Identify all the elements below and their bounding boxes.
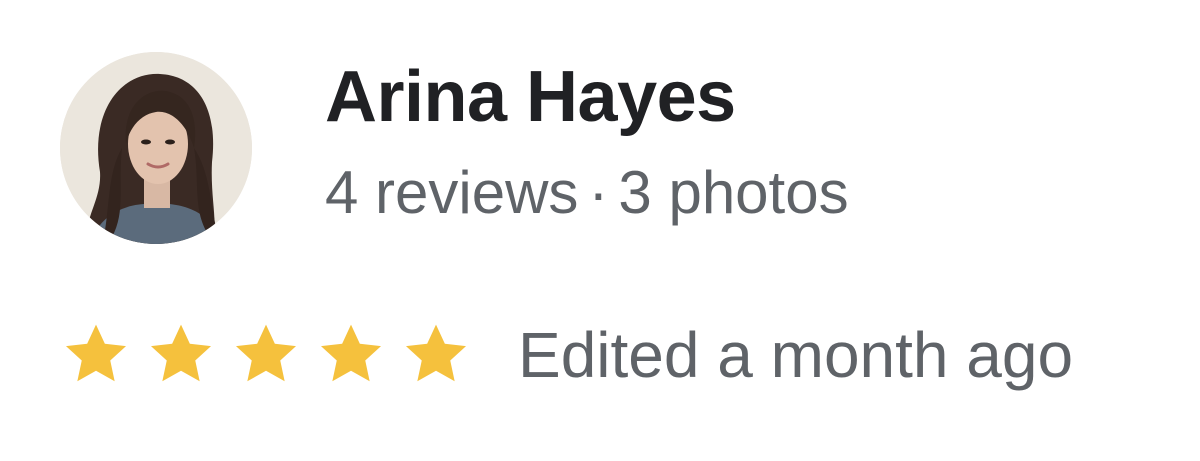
avatar-photo [60, 52, 252, 244]
review-header: Arina Hayes 4 reviews · 3 photos Edited a … [0, 0, 1200, 461]
photo-count: 3 photos [618, 159, 849, 226]
review-timestamp: Edited a month ago [518, 319, 1074, 391]
star-icon [315, 318, 387, 390]
author-stats: 4 reviews · 3 photos [325, 158, 849, 227]
meta-separator: · [588, 159, 609, 226]
star-icon [400, 318, 472, 390]
star-icon [230, 318, 302, 390]
author-name[interactable]: Arina Hayes [325, 56, 736, 138]
avatar[interactable] [60, 52, 252, 244]
star-rating [60, 318, 485, 390]
star-icon [145, 318, 217, 390]
review-count: 4 reviews [325, 159, 579, 226]
star-icon [60, 318, 132, 390]
